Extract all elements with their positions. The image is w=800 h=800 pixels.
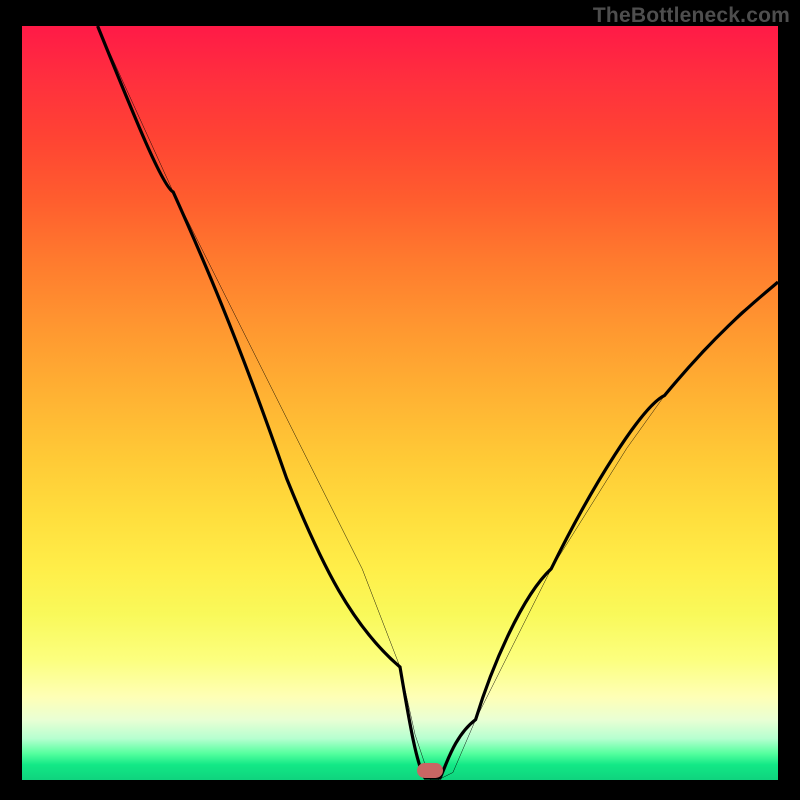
- watermark-text: TheBottleneck.com: [593, 4, 790, 28]
- bottleneck-curve-line: [98, 26, 778, 780]
- optimal-point-marker: [417, 763, 443, 778]
- plot-area: [22, 26, 778, 780]
- data-curve-layer: [22, 26, 778, 780]
- chart-frame: TheBottleneck.com: [0, 0, 800, 800]
